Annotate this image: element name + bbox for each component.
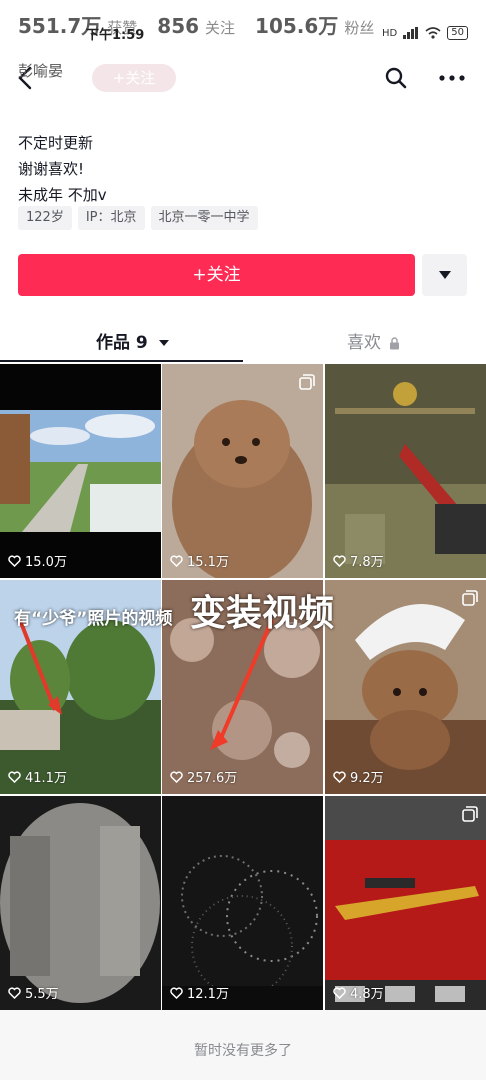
like-count: 12.1万 [170, 983, 229, 1002]
like-count: 5.5万 [8, 983, 59, 1002]
costume-note-annotation: 变装视频 [190, 593, 335, 634]
heart-outline-icon [170, 770, 183, 783]
fireworks-thumbnail [162, 796, 323, 1010]
like-count-value: 12.1万 [187, 987, 229, 1002]
like-count-value: 5.5万 [25, 987, 59, 1002]
like-count-value: 257.6万 [187, 771, 238, 786]
tab-indicator [0, 360, 243, 362]
bio-line: 谢谢喜欢! [18, 160, 85, 178]
like-count-value: 7.8万 [350, 555, 384, 570]
video-tile[interactable]: 9.2万 [325, 580, 486, 794]
bio-line: 未成年 不加v [18, 186, 107, 204]
profile-tags: 122岁 IP：北京 北京一零一中学 [18, 206, 258, 230]
triangle-down-icon [439, 271, 451, 279]
nav-username: 彭喻晏 [18, 62, 64, 80]
network-label: HD [382, 27, 398, 39]
more-actions-button[interactable] [422, 254, 467, 296]
more-icon[interactable] [438, 66, 466, 90]
blurry-wall-thumbnail [0, 796, 161, 1010]
video-tile[interactable]: 4.8万 [325, 796, 486, 1010]
lock-icon [390, 336, 400, 349]
list-footer: 暂时没有更多了 [0, 1010, 486, 1080]
multi-image-icon [299, 374, 315, 390]
like-count: 15.1万 [170, 551, 229, 570]
like-count: 15.0万 [8, 551, 67, 570]
video-tile[interactable]: 15.0万 [0, 364, 161, 578]
follow-button[interactable]: +关注 [18, 254, 415, 296]
like-count: 4.8万 [333, 983, 384, 1002]
wifi-icon [425, 27, 441, 39]
ip-tag: IP：北京 [77, 206, 145, 230]
video-tile[interactable]: 7.8万 [325, 364, 486, 578]
profile-bio: 不定时更新 谢谢喜欢! 未成年 不加v [18, 130, 107, 208]
like-count-value: 15.0万 [25, 555, 67, 570]
battery-icon: 50 [447, 26, 468, 40]
following-label[interactable]: 关注 [205, 17, 235, 38]
fans-count[interactable]: 105.6万 [255, 10, 338, 39]
like-count: 257.6万 [170, 767, 237, 786]
system-icons: HD 50 [382, 26, 468, 40]
status-bar: 551.7万 获赞 856 关注 105.6万 粉丝 下午1:59 HD 50 [0, 0, 486, 48]
tab-likes-label: 喜欢 [347, 333, 381, 353]
tab-works[interactable]: 作品 9 [96, 328, 170, 353]
heart-outline-icon [8, 770, 21, 783]
no-more-text: 暂时没有更多了 [194, 1043, 292, 1059]
fans-label[interactable]: 粉丝 [344, 17, 374, 38]
following-count[interactable]: 856 [157, 14, 199, 38]
like-count-value: 15.1万 [187, 555, 229, 570]
bio-line: 不定时更新 [18, 134, 94, 152]
top-nav: 彭喻晏 +关注 [0, 60, 486, 96]
photo-note-annotation: 有“少爷”照片的视频 [14, 609, 173, 629]
caret-down-icon [158, 340, 169, 346]
heart-outline-icon [170, 554, 183, 567]
like-count-value: 9.2万 [350, 771, 384, 786]
nav-follow-button[interactable]: +关注 [92, 64, 176, 92]
school-tag[interactable]: 北京一零一中学 [150, 206, 258, 230]
heart-outline-icon [333, 554, 346, 567]
search-icon[interactable] [384, 66, 408, 90]
heart-outline-icon [8, 554, 21, 567]
age-tag: 122岁 [18, 206, 72, 230]
heart-outline-icon [333, 770, 346, 783]
status-time: 下午1:59 [86, 28, 145, 43]
tab-works-label: 作品 9 [96, 333, 148, 353]
heart-outline-icon [333, 986, 346, 999]
meadow-path-thumbnail [0, 364, 161, 578]
game-knife-thumbnail [325, 364, 486, 578]
poodle-thumbnail [162, 364, 323, 578]
like-count-value: 41.1万 [25, 771, 67, 786]
signal-icon [403, 27, 419, 39]
like-count: 7.8万 [333, 551, 384, 570]
like-count: 41.1万 [8, 767, 67, 786]
video-tile[interactable]: 5.5万 [0, 796, 161, 1010]
heart-outline-icon [170, 986, 183, 999]
video-tile[interactable]: 12.1万 [162, 796, 323, 1010]
game-rifle-thumbnail [325, 796, 486, 1010]
heart-outline-icon [8, 986, 21, 999]
multi-image-icon [462, 806, 478, 822]
like-count: 9.2万 [333, 767, 384, 786]
video-tile[interactable]: 15.1万 [162, 364, 323, 578]
like-count-value: 4.8万 [350, 987, 384, 1002]
profile-tabs: 作品 9 喜欢 [0, 318, 486, 364]
profile-stats: 551.7万 获赞 856 关注 105.6万 粉丝 [18, 10, 388, 39]
multi-image-icon [462, 590, 478, 606]
poodle-hat-thumbnail [325, 580, 486, 794]
tab-likes[interactable]: 喜欢 [347, 328, 400, 353]
